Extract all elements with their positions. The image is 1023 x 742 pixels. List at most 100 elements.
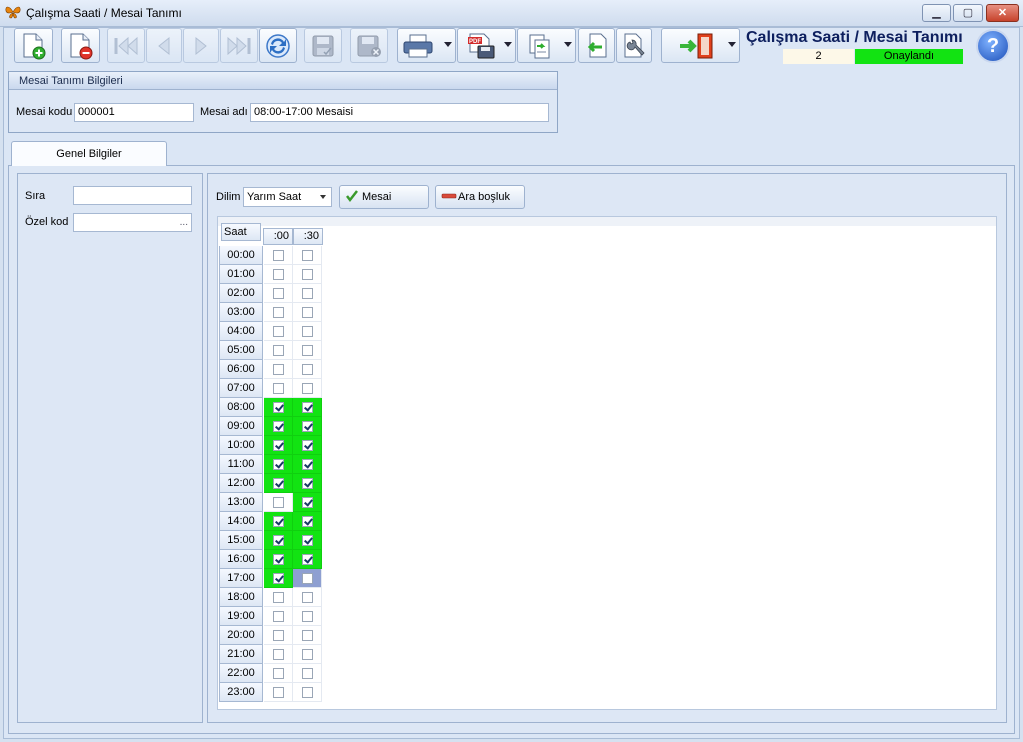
schedule-checkbox[interactable] (273, 478, 284, 489)
maximize-button[interactable]: ▢ (953, 4, 983, 22)
last-record-button[interactable] (220, 28, 258, 63)
schedule-cell (293, 474, 322, 493)
schedule-cell (264, 303, 293, 322)
schedule-cell (264, 455, 293, 474)
schedule-checkbox[interactable] (302, 649, 313, 660)
ellipsis-icon[interactable]: ... (180, 214, 188, 231)
schedule-cell (293, 626, 322, 645)
schedule-checkbox[interactable] (302, 307, 313, 318)
schedule-checkbox[interactable] (302, 516, 313, 527)
schedule-checkbox[interactable] (302, 573, 313, 584)
save-button[interactable] (304, 28, 342, 63)
ara-bosluk-button[interactable]: Ara boşluk (435, 185, 525, 209)
schedule-cell (293, 588, 322, 607)
schedule-checkbox[interactable] (302, 459, 313, 470)
ozel-kod-field[interactable]: ... (73, 213, 192, 232)
schedule-checkbox[interactable] (302, 440, 313, 451)
schedule-checkbox[interactable] (273, 269, 284, 280)
schedule-checkbox[interactable] (273, 250, 284, 261)
schedule-cell (264, 607, 293, 626)
schedule-checkbox[interactable] (273, 288, 284, 299)
schedule-cell (293, 664, 322, 683)
schedule-checkbox[interactable] (302, 478, 313, 489)
schedule-cell (293, 683, 322, 702)
schedule-checkbox[interactable] (273, 345, 284, 356)
minus-icon (441, 189, 457, 211)
mesai-name-field[interactable]: 08:00-17:00 Mesaisi (250, 103, 549, 122)
previous-record-button[interactable] (146, 28, 182, 63)
schedule-cell (293, 512, 322, 531)
row-header: 12:00 (219, 474, 263, 493)
schedule-checkbox[interactable] (273, 573, 284, 584)
row-header: 21:00 (219, 645, 263, 664)
first-record-button[interactable] (107, 28, 145, 63)
schedule-checkbox[interactable] (302, 250, 313, 261)
schedule-checkbox[interactable] (302, 364, 313, 375)
print-button[interactable] (397, 28, 456, 63)
new-document-button[interactable] (14, 28, 53, 63)
schedule-checkbox[interactable] (302, 535, 313, 546)
refresh-button[interactable] (259, 28, 297, 63)
schedule-cell (264, 531, 293, 550)
schedule-checkbox[interactable] (302, 345, 313, 356)
row-header: 14:00 (219, 512, 263, 531)
maximize-icon: ▢ (962, 7, 974, 19)
schedule-checkbox[interactable] (302, 497, 313, 508)
import-button[interactable] (578, 28, 615, 63)
dilim-select[interactable]: Yarım Saat (243, 187, 332, 207)
window-title: Çalışma Saati / Mesai Tanımı (26, 6, 182, 20)
schedule-checkbox[interactable] (273, 535, 284, 546)
mesai-button[interactable]: Mesai (339, 185, 429, 209)
tab-genel-bilgiler[interactable]: Genel Bilgiler (11, 141, 167, 166)
schedule-cell (264, 645, 293, 664)
schedule-checkbox[interactable] (302, 668, 313, 679)
schedule-cell (293, 493, 322, 512)
help-button[interactable]: ? (976, 29, 1010, 63)
schedule-checkbox[interactable] (273, 421, 284, 432)
pdf-export-button[interactable]: PDF (457, 28, 516, 63)
schedule-checkbox[interactable] (302, 554, 313, 565)
schedule-checkbox[interactable] (302, 288, 313, 299)
schedule-checkbox[interactable] (302, 592, 313, 603)
minimize-button[interactable]: ▁ (922, 4, 951, 22)
row-header: 18:00 (219, 588, 263, 607)
schedule-checkbox[interactable] (302, 269, 313, 280)
schedule-checkbox[interactable] (273, 611, 284, 622)
exit-button[interactable] (661, 28, 740, 63)
schedule-checkbox[interactable] (273, 497, 284, 508)
schedule-checkbox[interactable] (273, 402, 284, 413)
mesai-code-label: Mesai kodu (16, 106, 73, 118)
tools-button[interactable] (616, 28, 652, 63)
schedule-checkbox[interactable] (273, 592, 284, 603)
schedule-checkbox[interactable] (302, 326, 313, 337)
schedule-checkbox[interactable] (273, 516, 284, 527)
schedule-checkbox[interactable] (302, 630, 313, 641)
next-record-button[interactable] (183, 28, 219, 63)
schedule-checkbox[interactable] (273, 326, 284, 337)
schedule-checkbox[interactable] (273, 383, 284, 394)
schedule-checkbox[interactable] (302, 402, 313, 413)
cancel-save-button[interactable] (350, 28, 388, 63)
schedule-cell (264, 474, 293, 493)
sira-field[interactable] (73, 186, 192, 205)
schedule-checkbox[interactable] (273, 364, 284, 375)
schedule-checkbox[interactable] (273, 668, 284, 679)
schedule-checkbox[interactable] (273, 630, 284, 641)
schedule-cell (264, 379, 293, 398)
schedule-checkbox[interactable] (302, 611, 313, 622)
schedule-checkbox[interactable] (273, 440, 284, 451)
schedule-checkbox[interactable] (302, 383, 313, 394)
schedule-checkbox[interactable] (273, 459, 284, 470)
schedule-cell (264, 588, 293, 607)
schedule-checkbox[interactable] (273, 307, 284, 318)
schedule-checkbox[interactable] (273, 649, 284, 660)
schedule-checkbox[interactable] (273, 687, 284, 698)
schedule-checkbox[interactable] (302, 421, 313, 432)
schedule-checkbox[interactable] (302, 687, 313, 698)
delete-document-button[interactable] (61, 28, 100, 63)
mesai-code-field[interactable]: 000001 (74, 103, 194, 122)
schedule-checkbox[interactable] (273, 554, 284, 565)
chevron-down-icon (444, 42, 452, 47)
export-button[interactable] (517, 28, 576, 63)
close-button[interactable]: ✕ (986, 4, 1019, 22)
